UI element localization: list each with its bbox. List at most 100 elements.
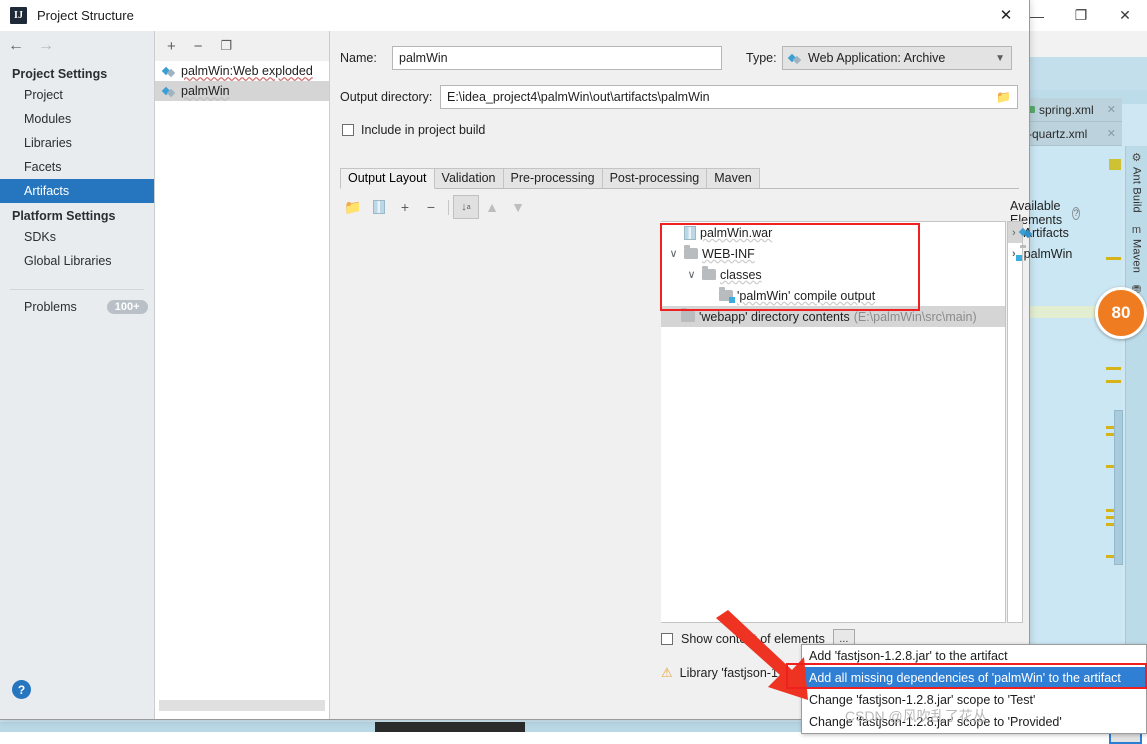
tab-maven[interactable]: Maven — [706, 168, 760, 188]
editor-tab-quartz[interactable]: -quartz.xml ✕ — [1022, 122, 1122, 146]
tree-label: 'palmWin' compile output — [737, 288, 876, 303]
tree-twisty[interactable]: › — [1012, 227, 1016, 239]
folder-icon — [681, 308, 695, 322]
maven-icon: m — [1131, 223, 1142, 236]
tool-window-maven[interactable]: Maven — [1131, 239, 1143, 273]
help-icon[interactable]: ? — [12, 680, 31, 699]
output-layout-toolbar: 📁 + − ↓​ a ▲ ▼ — [340, 194, 670, 220]
tree-label-note: (E:\palmWin\src\main) — [853, 309, 977, 324]
editor-tab-spring[interactable]: spring.xml ✕ — [1022, 98, 1122, 122]
sidebar-item-sdks[interactable]: SDKs — [0, 225, 154, 249]
tree-label: WEB-INF — [702, 246, 755, 261]
sidebar-item-libraries[interactable]: Libraries — [0, 131, 154, 155]
artifact-list-item-palmwin[interactable]: palmWin — [155, 81, 329, 101]
available-elements-tree[interactable]: › Artifacts › palmWin — [1007, 221, 1072, 623]
artifact-type-value: Web Application: Archive — [808, 51, 946, 65]
artifact-list-item-web-exploded[interactable]: palmWin:Web exploded — [155, 61, 329, 81]
output-layout-tree[interactable]: palmWin.war ∨ WEB-INF ∨ classes 'palmWin… — [661, 221, 1006, 623]
artifact-editor-panel: Name: palmWin Type: Web Application: Arc… — [330, 31, 1142, 744]
sidebar-item-project[interactable]: Project — [0, 83, 154, 107]
error-stripe-mark — [1106, 367, 1121, 370]
folder-icon — [684, 245, 698, 259]
restore-icon[interactable]: ❐ — [1059, 0, 1103, 31]
add-directory-button[interactable]: 📁 — [340, 195, 366, 219]
sidebar-item-artifacts[interactable]: Artifacts — [0, 179, 154, 203]
close-tab-icon[interactable]: ✕ — [1107, 127, 1116, 140]
back-arrow-icon[interactable]: ← — [8, 37, 24, 55]
menu-item-add-all-missing-dependencies[interactable]: Add all missing dependencies of 'palmWin… — [802, 667, 1146, 689]
artifact-label: palmWin:Web exploded — [181, 64, 313, 78]
artifact-icon — [787, 52, 802, 65]
inspection-count-badge[interactable]: 80 — [1095, 287, 1147, 339]
include-in-build-checkbox[interactable] — [342, 124, 354, 136]
tab-pre-processing[interactable]: Pre-processing — [502, 168, 603, 188]
type-label: Type: — [746, 51, 777, 65]
artifact-settings-tabs: Output Layout Validation Pre-processing … — [340, 168, 1019, 189]
tree-row-compile-output[interactable]: 'palmWin' compile output — [661, 285, 1005, 306]
editor-tab-label: spring.xml — [1039, 102, 1094, 117]
tree-label: classes — [720, 267, 762, 282]
error-stripe-mark — [1106, 257, 1121, 260]
dialog-close-icon[interactable]: ✕ — [983, 0, 1029, 31]
sidebar-nav-arrows: ← → — [0, 31, 154, 61]
artifacts-list-toolbar: + − ❐ — [155, 31, 329, 61]
add-archive-button[interactable] — [366, 195, 392, 219]
tree-row-war[interactable]: palmWin.war — [661, 222, 1005, 243]
artifact-type-select[interactable]: Web Application: Archive ▼ — [782, 46, 1012, 70]
tree-row-webapp-contents[interactable]: 'webapp' directory contents (E:\palmWin\… — [661, 306, 1005, 327]
artifact-name-input[interactable]: palmWin — [392, 46, 722, 70]
tree-twisty[interactable]: ∨ — [667, 247, 680, 260]
ant-icon: ⚙ — [1131, 152, 1142, 164]
menu-item-add-jar[interactable]: Add 'fastjson-1.2.8.jar' to the artifact — [802, 645, 1146, 667]
folder-icon — [702, 266, 716, 280]
sidebar-item-global-libraries[interactable]: Global Libraries — [0, 249, 154, 273]
artifacts-list-horizontal-scrollbar[interactable] — [159, 700, 325, 711]
tree-twisty[interactable]: ∨ — [685, 268, 698, 281]
add-element-button[interactable]: + — [392, 195, 418, 219]
tool-window-ant-build[interactable]: Ant Build — [1131, 167, 1143, 213]
sidebar-item-problems[interactable]: Problems 100+ — [0, 290, 154, 314]
ide-menu-bar — [1015, 31, 1147, 57]
output-directory-label: Output directory: — [340, 90, 433, 104]
editor-tab-label: -quartz.xml — [1028, 126, 1088, 141]
available-row-palmwin[interactable]: › palmWin — [1008, 243, 1072, 264]
remove-element-button[interactable]: − — [418, 195, 444, 219]
copy-artifact-button[interactable]: ❐ — [221, 38, 233, 54]
sidebar-item-facets[interactable]: Facets — [0, 155, 154, 179]
artifacts-list-panel: + − ❐ palmWin:Web exploded palmWin — [155, 31, 330, 719]
ide-toolbar — [1015, 57, 1147, 90]
move-down-button[interactable]: ▼ — [505, 195, 531, 219]
sidebar-item-modules[interactable]: Modules — [0, 107, 154, 131]
sidebar-heading-project-settings: Project Settings — [12, 67, 108, 81]
toolbar-divider — [448, 199, 449, 215]
artifact-label: palmWin — [181, 84, 230, 98]
close-icon[interactable]: ✕ — [1103, 0, 1147, 31]
tab-post-processing[interactable]: Post-processing — [601, 168, 708, 188]
error-stripe-mark — [1109, 159, 1121, 170]
problems-label: Problems — [24, 300, 77, 314]
available-row-artifacts[interactable]: › Artifacts — [1008, 222, 1069, 243]
add-artifact-button[interactable]: + — [167, 38, 176, 55]
tab-output-layout[interactable]: Output Layout — [340, 168, 435, 189]
output-directory-value: E:\idea_project4\palmWin\out\artifacts\p… — [447, 90, 710, 104]
settings-sidebar: ← → Project Settings Project Modules Lib… — [0, 31, 155, 719]
close-tab-icon[interactable]: ✕ — [1107, 103, 1116, 116]
forward-arrow-icon[interactable]: → — [38, 37, 54, 55]
browse-folder-icon[interactable]: 📁 — [996, 90, 1011, 104]
tree-row-classes[interactable]: ∨ classes — [661, 264, 1005, 285]
remove-artifact-button[interactable]: − — [194, 38, 203, 55]
output-directory-input[interactable]: E:\idea_project4\palmWin\out\artifacts\p… — [440, 85, 1018, 109]
name-label: Name: — [340, 51, 377, 65]
help-icon[interactable]: ? — [1072, 206, 1081, 220]
editor-scrollbar-thumb[interactable] — [1114, 410, 1123, 565]
module-folder-icon — [719, 287, 735, 303]
tab-validation[interactable]: Validation — [433, 168, 504, 188]
show-content-checkbox[interactable] — [661, 633, 673, 645]
warning-icon: ⚠ — [661, 665, 673, 680]
sort-button[interactable]: ↓​ a — [453, 195, 479, 219]
tree-row-web-inf[interactable]: ∨ WEB-INF — [661, 243, 1005, 264]
move-up-button[interactable]: ▲ — [479, 195, 505, 219]
artifact-icon — [161, 85, 176, 98]
available-row-label: palmWin — [1023, 246, 1073, 261]
intellij-logo-icon: IJ — [10, 6, 27, 24]
